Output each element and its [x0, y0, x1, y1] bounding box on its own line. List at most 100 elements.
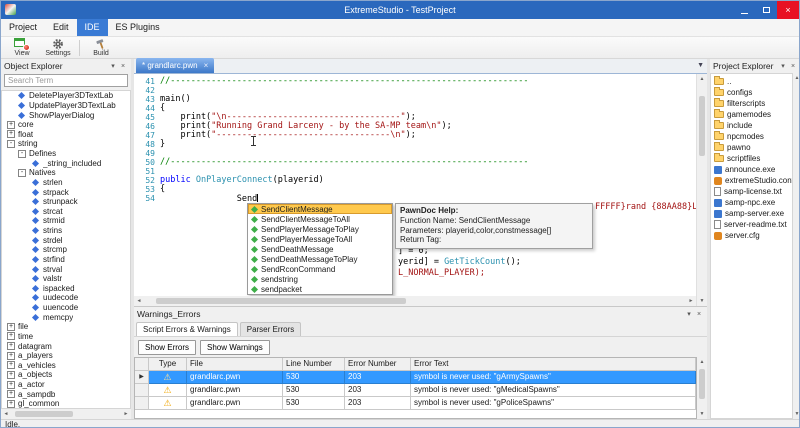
menu-item-ide[interactable]: IDE [77, 19, 108, 36]
project-explorer-item[interactable]: server-readme.txt [711, 219, 792, 230]
scrollbar-thumb[interactable] [699, 96, 705, 156]
project-explorer-item[interactable]: server.cfg [711, 230, 792, 241]
autocomplete-item[interactable]: SendClientMessageToAll [248, 214, 392, 224]
scrollbar-thumb[interactable] [156, 298, 406, 304]
scroll-down-icon[interactable]: ▼ [697, 409, 707, 419]
editor-tab-grandlarc[interactable]: * grandlarc.pwn × [136, 58, 214, 73]
tab-close-icon[interactable]: × [204, 61, 209, 70]
error-row[interactable]: ⚠grandlarc.pwn530203symbol is never used… [135, 397, 696, 410]
expander-icon[interactable]: + [7, 352, 15, 360]
object-explorer-item[interactable]: strdel [2, 235, 130, 245]
project-explorer-item[interactable]: gamemodes [711, 109, 792, 120]
menu-item-es-plugins[interactable]: ES Plugins [108, 19, 168, 36]
object-explorer-item[interactable]: _string_included [2, 158, 130, 168]
minimize-button[interactable] [733, 1, 755, 19]
scroll-right-icon[interactable]: ► [686, 296, 696, 306]
expander-icon[interactable]: + [7, 121, 15, 129]
object-tree-horizontal-scrollbar[interactable]: ◄ ► [1, 409, 131, 419]
object-explorer-item[interactable]: ShowPlayerDialog [2, 110, 130, 120]
object-explorer-item[interactable]: +a_players [2, 351, 130, 361]
autocomplete-item[interactable]: SendClientMessage [248, 204, 392, 214]
code-editor[interactable]: 4142434445464748495051525354 //---------… [134, 74, 696, 296]
object-explorer-item[interactable]: -Natives [2, 168, 130, 178]
errors-grid-scrollbar[interactable]: ▲ ▼ [697, 357, 707, 419]
scroll-left-icon[interactable]: ◄ [1, 409, 11, 419]
grid-column-header[interactable]: Line Number [283, 358, 345, 371]
autocomplete-item[interactable]: sendstring [248, 274, 392, 284]
panel-close-icon[interactable]: × [694, 311, 704, 318]
object-explorer-item[interactable]: strcmp [2, 245, 130, 255]
autocomplete-item[interactable]: SendPlayerMessageToAll [248, 234, 392, 244]
settings-button[interactable]: Settings [40, 37, 76, 58]
code-line[interactable]: { [160, 185, 696, 194]
object-explorer-item[interactable]: strmid [2, 216, 130, 226]
project-explorer-item[interactable]: samp-npc.exe [711, 197, 792, 208]
expander-icon[interactable]: + [7, 130, 15, 138]
scroll-right-icon[interactable]: ► [121, 409, 131, 419]
expander-icon[interactable]: + [7, 381, 15, 389]
expander-icon[interactable]: + [7, 323, 15, 331]
object-explorer-item[interactable]: UpdatePlayer3DTextLab [2, 101, 130, 111]
object-explorer-item[interactable]: strcat [2, 207, 130, 217]
project-explorer-item[interactable]: scriptfiles [711, 153, 792, 164]
project-explorer-item[interactable]: extremeStudio.config [711, 175, 792, 186]
object-explorer-item[interactable]: valstr [2, 274, 130, 284]
menu-item-edit[interactable]: Edit [45, 19, 77, 36]
code-line[interactable]: //--------------------------------------… [160, 77, 696, 86]
project-explorer-item[interactable]: pawno [711, 142, 792, 153]
expander-icon[interactable]: + [7, 400, 15, 408]
object-explorer-item[interactable]: +time [2, 332, 130, 342]
panel-menu-icon[interactable]: ▾ [778, 62, 788, 70]
autocomplete-item[interactable]: sendpacket [248, 284, 392, 294]
code-line[interactable]: //--------------------------------------… [160, 158, 696, 167]
editor-horizontal-scrollbar[interactable]: ◄ ► [134, 296, 696, 306]
autocomplete-item[interactable]: SendPlayerMessageToPlay [248, 224, 392, 234]
autocomplete-item[interactable]: SendRconCommand [248, 264, 392, 274]
autocomplete-item[interactable]: SendDeathMessage [248, 244, 392, 254]
grid-column-header[interactable]: Error Text [411, 358, 696, 371]
error-row[interactable]: ▶⚠grandlarc.pwn530203symbol is never use… [135, 371, 696, 384]
object-explorer-item[interactable]: +a_objects [2, 370, 130, 380]
object-explorer-item[interactable]: +a_vehicles [2, 361, 130, 371]
object-explorer-item[interactable]: +a_actor [2, 380, 130, 390]
object-explorer-item[interactable]: strins [2, 226, 130, 236]
project-explorer-item[interactable]: announce.exe [711, 164, 792, 175]
tab-list-dropdown-icon[interactable]: ▼ [697, 62, 704, 69]
expander-icon[interactable]: - [18, 169, 26, 177]
code-line[interactable] [160, 86, 696, 95]
code-line[interactable]: public OnPlayerConnect(playerid) [160, 176, 696, 185]
grid-column-header[interactable]: File [187, 358, 283, 371]
panel-menu-icon[interactable]: ▾ [108, 62, 118, 70]
grid-column-header[interactable]: Error Number [345, 358, 411, 371]
scroll-up-icon[interactable]: ▲ [697, 74, 707, 84]
scroll-down-icon[interactable]: ▼ [697, 296, 707, 306]
project-tree-scrollbar[interactable]: ▲ ▼ [793, 73, 800, 419]
object-explorer-item[interactable]: +core [2, 120, 130, 130]
scrollbar-thumb[interactable] [15, 411, 73, 417]
project-explorer-item[interactable]: include [711, 120, 792, 131]
object-explorer-item[interactable]: strunpack [2, 197, 130, 207]
expander-icon[interactable]: + [7, 390, 15, 398]
project-explorer-item[interactable]: filterscripts [711, 98, 792, 109]
code-line[interactable]: main() [160, 95, 696, 104]
object-explorer-item[interactable]: strpack [2, 187, 130, 197]
errors-tab-script[interactable]: Script Errors & Warnings [136, 322, 238, 336]
scroll-down-icon[interactable]: ▼ [793, 409, 800, 419]
object-explorer-item[interactable]: +a_sampdb [2, 389, 130, 399]
object-explorer-item[interactable]: +file [2, 322, 130, 332]
show-warnings-button[interactable]: Show Warnings [200, 340, 270, 355]
object-explorer-item[interactable]: DeletePlayer3DTextLab [2, 91, 130, 101]
expander-icon[interactable]: + [7, 361, 15, 369]
menu-item-project[interactable]: Project [1, 19, 45, 36]
project-explorer-item[interactable]: samp-license.txt [711, 186, 792, 197]
object-explorer-item[interactable]: strlen [2, 178, 130, 188]
object-explorer-item[interactable]: +gl_common [2, 399, 130, 409]
errors-tab-parser[interactable]: Parser Errors [240, 322, 302, 336]
object-explorer-item[interactable]: strval [2, 264, 130, 274]
object-explorer-item[interactable]: -Defines [2, 149, 130, 159]
expander-icon[interactable]: - [7, 140, 15, 148]
grid-column-header[interactable]: Type [149, 358, 187, 371]
object-explorer-item[interactable]: uudecode [2, 293, 130, 303]
expander-icon[interactable]: + [7, 332, 15, 340]
object-explorer-item[interactable]: +datagram [2, 341, 130, 351]
